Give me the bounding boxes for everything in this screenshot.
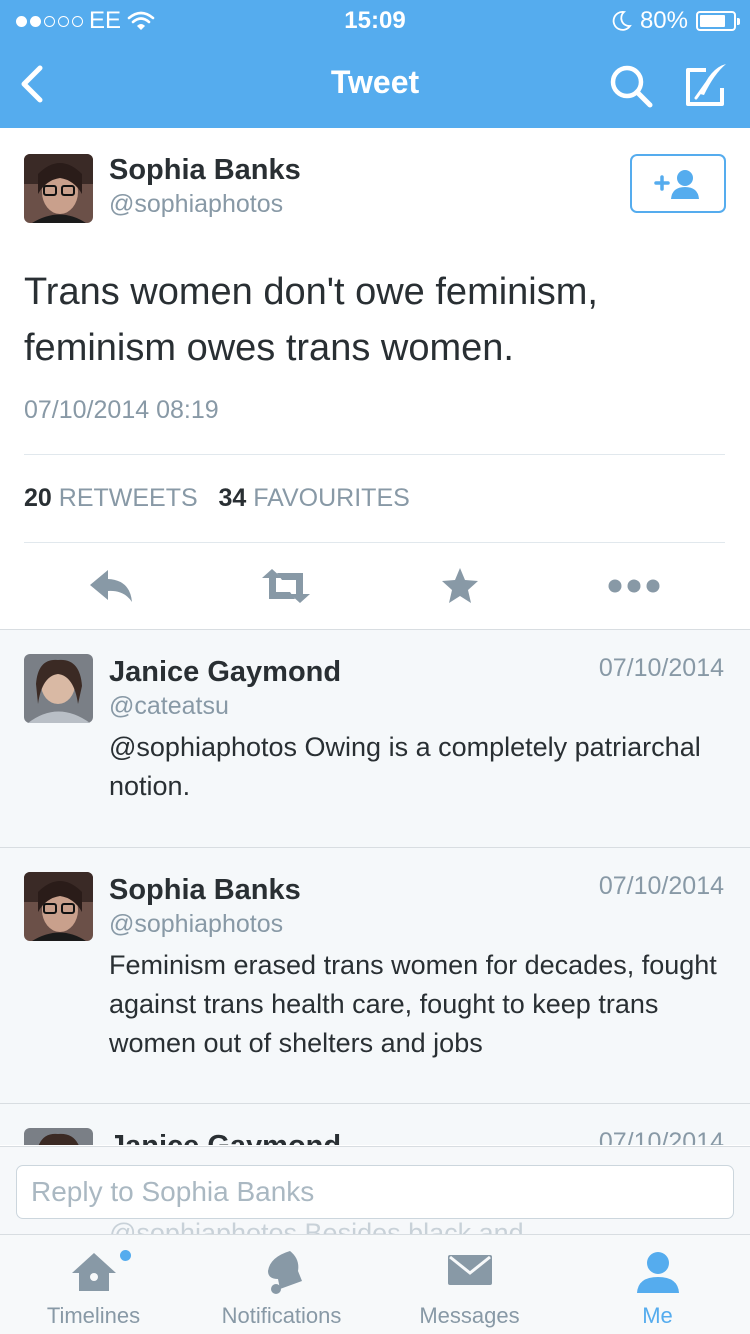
reply-text: Feminism erased trans women for decades,…	[109, 950, 717, 1058]
tweet-timestamp: 07/10/2014 08:19	[24, 396, 219, 424]
replies-list: Janice Gaymond @cateatsu 07/10/2014 @sop…	[0, 630, 750, 1145]
reply-text: @sophiaphotos Owing is a completely patr…	[109, 732, 701, 801]
status-bar: EE 15:09 80%	[0, 0, 750, 40]
envelope-icon	[447, 1255, 492, 1285]
unread-indicator	[120, 1250, 131, 1261]
tab-label: Timelines	[46, 1303, 141, 1328]
follow-button[interactable]	[630, 154, 726, 213]
top-bar: EE 15:09 80% Tweet	[0, 0, 750, 128]
divider	[24, 542, 725, 543]
reply-author-name[interactable]: Janice Gaymond	[109, 1130, 341, 1145]
bell-icon	[267, 1251, 302, 1294]
tab-me[interactable]: Me	[564, 1235, 750, 1334]
tab-bar: Timelines Notifications Messages Me	[0, 1234, 750, 1334]
main-tweet: Sophia Banks @sophiaphotos Trans women d…	[0, 128, 750, 630]
home-icon	[71, 1253, 116, 1291]
tab-label: Messages	[419, 1303, 520, 1328]
reply-date: 07/10/2014	[598, 872, 724, 900]
battery-icon	[696, 11, 740, 31]
more-options-button[interactable]	[604, 564, 664, 608]
star-icon	[442, 568, 478, 603]
avatar[interactable]	[24, 154, 93, 223]
reply-date: 07/10/2014	[598, 654, 724, 682]
reply-icon	[90, 570, 132, 602]
avatar[interactable]	[24, 654, 93, 723]
reply-author-handle: @sophiaphotos	[109, 910, 284, 938]
tab-timelines[interactable]: Timelines	[0, 1235, 187, 1334]
moon-icon	[612, 11, 632, 31]
search-icon[interactable]	[606, 62, 658, 110]
person-icon	[636, 1252, 679, 1293]
retweets-link[interactable]: RETWEETS	[59, 484, 198, 512]
compose-icon[interactable]	[680, 60, 732, 112]
author-name[interactable]: Sophia Banks	[109, 154, 301, 187]
reply-date: 07/10/2014	[598, 1128, 724, 1145]
navigation-bar: Tweet	[0, 40, 750, 128]
reply-tweet[interactable]: Janice Gaymond @cateatsu 07/10/2014 @sop…	[0, 630, 750, 848]
reply-tweet[interactable]: Sophia Banks @sophiaphotos 07/10/2014 Fe…	[0, 848, 750, 1104]
favourite-button[interactable]	[430, 564, 490, 608]
tab-messages[interactable]: Messages	[376, 1235, 563, 1334]
tweet-actions	[0, 556, 750, 616]
tweet-stats: 20 RETWEETS 34 FAVOURITES	[24, 484, 410, 513]
retweet-button[interactable]	[256, 564, 316, 608]
reply-button[interactable]	[82, 564, 142, 608]
retweet-icon	[262, 569, 310, 603]
reply-tweet[interactable]: Janice Gaymond 07/10/2014	[0, 1104, 750, 1145]
add-user-icon	[654, 169, 699, 199]
more-icon	[608, 579, 660, 593]
tweet-text: Trans women don't owe feminism, feminism…	[24, 271, 598, 369]
avatar[interactable]	[24, 872, 93, 941]
author-handle: @sophiaphotos	[109, 190, 284, 218]
reply-author-name[interactable]: Janice Gaymond	[109, 656, 341, 689]
reply-input[interactable]	[16, 1165, 734, 1219]
divider	[24, 454, 725, 455]
avatar[interactable]	[24, 1128, 93, 1145]
favourite-count: 34	[218, 484, 247, 512]
tab-notifications[interactable]: Notifications	[188, 1235, 375, 1334]
reply-author-name[interactable]: Sophia Banks	[109, 874, 301, 907]
tab-label: Me	[642, 1303, 673, 1328]
retweet-count: 20	[24, 484, 52, 512]
tab-label: Notifications	[221, 1303, 342, 1328]
battery-percentage: 80%	[639, 7, 688, 34]
reply-author-handle: @cateatsu	[109, 692, 229, 720]
favourites-link[interactable]: FAVOURITES	[253, 484, 410, 512]
